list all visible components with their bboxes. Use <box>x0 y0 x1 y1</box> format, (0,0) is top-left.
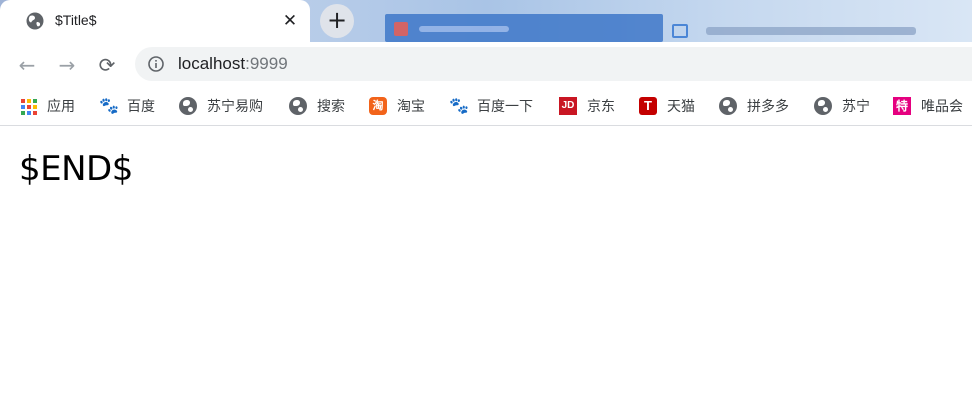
page-content: $END$ <box>0 127 972 407</box>
reload-icon[interactable]: ⟳ <box>93 51 121 79</box>
baidu-paw-icon: 🐾 <box>99 96 119 115</box>
bookmark-label: 百度 <box>127 99 155 115</box>
jd-icon: JD <box>559 97 577 115</box>
globe-icon <box>289 97 307 115</box>
bookmark-tmall[interactable]: T 天猫 <box>639 94 695 118</box>
bookmarks-bar: 应用 🐾 百度 苏宁易购 搜索 淘 淘宝 🐾 百度一下 JD 京东 T 天猫 拼… <box>0 88 972 126</box>
new-tab-button[interactable]: + <box>320 4 354 38</box>
bookmark-search[interactable]: 搜索 <box>289 94 345 118</box>
apps-dot <box>33 105 37 109</box>
bookmark-label: 淘宝 <box>397 99 425 115</box>
background-window-2 <box>672 22 972 42</box>
url-text[interactable]: localhost:9999 <box>178 54 288 74</box>
background-window-title-blur <box>419 26 509 32</box>
apps-dot <box>27 105 31 109</box>
apps-dot <box>27 99 31 103</box>
globe-icon <box>179 97 197 115</box>
baidu-paw-icon: 🐾 <box>449 96 469 115</box>
close-icon[interactable]: ✕ <box>280 11 300 31</box>
bookmark-label: 百度一下 <box>477 99 533 115</box>
bookmark-suning-yigou[interactable]: 苏宁易购 <box>179 94 263 118</box>
bookmark-label: 京东 <box>587 99 615 115</box>
address-bar[interactable]: localhost:9999 <box>135 47 972 81</box>
taobao-icon: 淘 <box>369 97 387 115</box>
apps-dot <box>21 105 25 109</box>
tab-title: $Title$ <box>55 12 97 28</box>
apps-dot <box>33 111 37 115</box>
apps-dot <box>27 111 31 115</box>
apps-dot <box>33 99 37 103</box>
background-window-icon <box>394 22 408 36</box>
bookmark-label: 天猫 <box>667 99 695 115</box>
tmall-icon: T <box>639 97 657 115</box>
vip-icon: 特 <box>893 97 911 115</box>
bookmark-label: 苏宁易购 <box>207 99 263 115</box>
globe-icon <box>26 12 44 30</box>
bookmark-vip[interactable]: 特 唯品会 <box>893 94 963 118</box>
background-window-2-icon <box>672 24 688 38</box>
bookmark-apps[interactable]: 应用 <box>19 94 75 118</box>
globe-icon <box>814 97 832 115</box>
bookmark-jd[interactable]: JD 京东 <box>559 94 615 118</box>
page-heading: $END$ <box>19 149 133 189</box>
url-host: localhost <box>178 54 246 73</box>
bookmark-suning[interactable]: 苏宁 <box>814 94 870 118</box>
tab-strip: $Title$ ✕ + <box>0 0 972 42</box>
forward-arrow-icon[interactable]: → <box>53 51 81 79</box>
site-info-icon[interactable] <box>148 56 164 72</box>
bookmark-label: 拼多多 <box>747 99 789 115</box>
back-arrow-icon[interactable]: ← <box>13 51 41 79</box>
bookmark-baidu[interactable]: 🐾 百度 <box>99 94 155 118</box>
url-port: :9999 <box>245 54 288 73</box>
bookmark-pinduoduo[interactable]: 拼多多 <box>719 94 789 118</box>
apps-dot <box>21 111 25 115</box>
apps-dot <box>21 99 25 103</box>
globe-icon <box>719 97 737 115</box>
apps-grid-icon <box>19 97 37 115</box>
bookmark-label: 应用 <box>47 99 75 115</box>
bookmark-label: 苏宁 <box>842 99 870 115</box>
bookmark-taobao[interactable]: 淘 淘宝 <box>369 94 425 118</box>
background-window <box>385 14 663 42</box>
toolbar: ← → ⟳ localhost:9999 <box>0 42 972 88</box>
active-tab[interactable]: $Title$ ✕ <box>0 0 310 42</box>
background-window-2-title-blur <box>706 27 916 35</box>
bookmark-label: 搜索 <box>317 99 345 115</box>
bookmark-baidu-yixia[interactable]: 🐾 百度一下 <box>449 94 533 118</box>
bookmark-label: 唯品会 <box>921 99 963 115</box>
